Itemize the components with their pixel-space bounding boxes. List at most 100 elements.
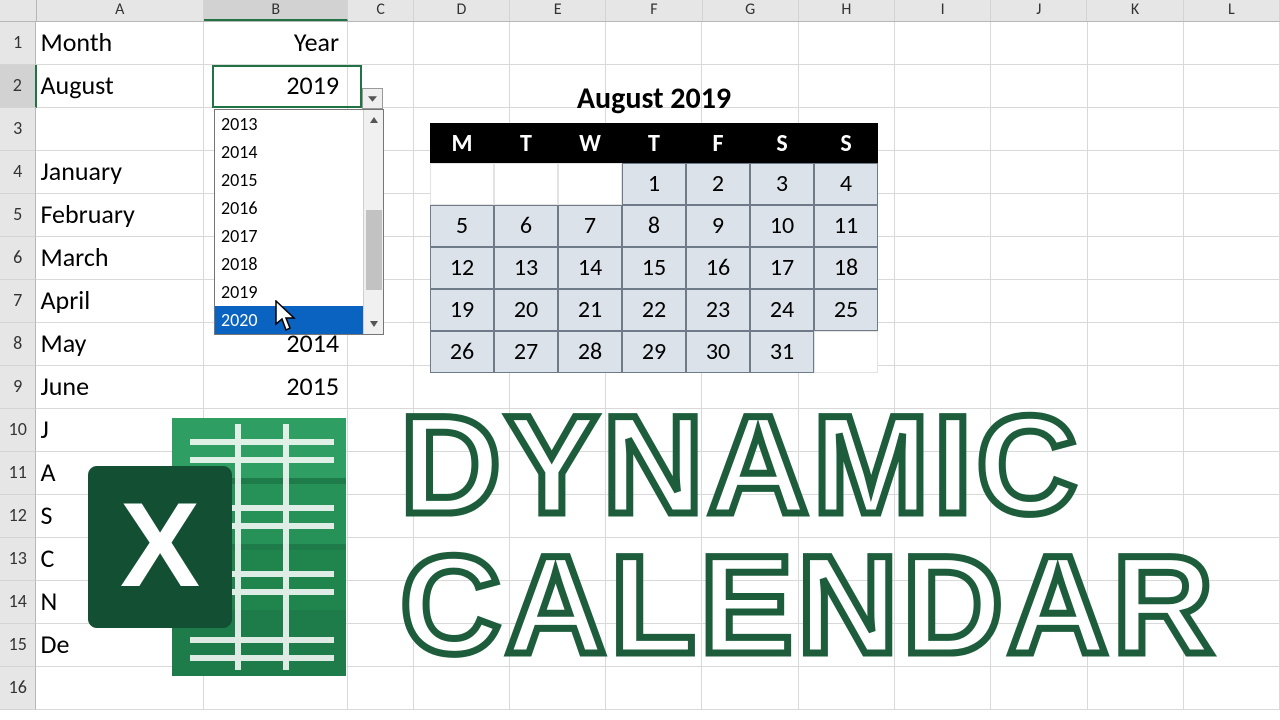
dropdown-scrollbar[interactable] [363,110,383,334]
cell-J4[interactable] [991,151,1087,194]
svg-text:X: X [120,478,200,612]
calendar-day: 14 [558,247,622,289]
col-header-d[interactable]: D [414,0,510,21]
cell-A3[interactable] [36,108,203,151]
scroll-thumb[interactable] [366,210,382,290]
cell-I5[interactable] [895,194,991,237]
row-header[interactable]: 8 [0,323,36,366]
row-header[interactable]: 3 [0,108,36,151]
scroll-up-icon[interactable] [364,110,384,130]
calendar-day: 24 [750,289,814,331]
dropdown-handle[interactable] [362,88,383,109]
row-header[interactable]: 12 [0,495,36,538]
col-header-i[interactable]: I [895,0,991,21]
dropdown-option[interactable]: 2013 [215,110,363,138]
col-header-e[interactable]: E [510,0,606,21]
scroll-down-icon[interactable] [364,314,384,334]
cell-F1[interactable] [606,22,702,65]
col-header-k[interactable]: K [1087,0,1183,21]
calendar-day: 26 [430,331,494,373]
col-header-h[interactable]: H [799,0,895,21]
col-header-b[interactable]: B [204,0,348,21]
row-header[interactable]: 10 [0,409,36,452]
cell-D1[interactable] [414,22,510,65]
cell-J2[interactable] [991,65,1087,108]
cell-J1[interactable] [991,22,1087,65]
cell-L4[interactable] [1184,151,1280,194]
cell-J5[interactable] [991,194,1087,237]
cell-I2[interactable] [895,65,991,108]
row-header[interactable]: 15 [0,624,36,667]
cell-A7[interactable]: April [36,280,203,323]
col-header-g[interactable]: G [703,0,799,21]
cell-I8[interactable] [895,323,991,366]
cell-L1[interactable] [1184,22,1280,65]
col-header-c[interactable]: C [348,0,413,21]
col-header-j[interactable]: J [991,0,1087,21]
dropdown-option[interactable]: 2020 [215,306,363,334]
cell-A6[interactable]: March [36,237,203,280]
cell-B2[interactable]: 2019 [204,65,348,108]
cell-A1[interactable]: Month [36,22,203,65]
cell-K4[interactable] [1088,151,1184,194]
dropdown-option[interactable]: 2014 [215,138,363,166]
cell-L3[interactable] [1184,108,1280,151]
row-header[interactable]: 11 [0,452,36,495]
cell-K1[interactable] [1088,22,1184,65]
row-header[interactable]: 6 [0,237,36,280]
cell-K8[interactable] [1088,323,1184,366]
cell-I7[interactable] [895,280,991,323]
row-header[interactable]: 1 [0,22,36,65]
calendar-grid: MTWTFSS123456789101112131415161718192021… [430,123,878,373]
row-header[interactable]: 5 [0,194,36,237]
select-all-corner[interactable] [0,0,37,21]
row-header[interactable]: 2 [0,65,37,108]
cell-L8[interactable] [1184,323,1280,366]
col-header-l[interactable]: L [1184,0,1280,21]
row-header[interactable]: 7 [0,280,36,323]
calendar-day: 30 [686,331,750,373]
cell-A5[interactable]: February [36,194,203,237]
cell-J7[interactable] [991,280,1087,323]
cell-B1[interactable]: Year [204,22,348,65]
cell-L6[interactable] [1184,237,1280,280]
cell-I6[interactable] [895,237,991,280]
cell-I3[interactable] [895,108,991,151]
cell-A8[interactable]: May [36,323,203,366]
col-header-f[interactable]: F [606,0,702,21]
row-header[interactable]: 9 [0,366,36,409]
dropdown-option[interactable]: 2017 [215,222,363,250]
cell-A4[interactable]: January [36,151,203,194]
year-dropdown-list[interactable]: 20132014201520162017201820192020 [214,109,384,335]
dropdown-option[interactable]: 2018 [215,250,363,278]
cell-K2[interactable] [1088,65,1184,108]
cell-A2[interactable]: August [37,65,204,108]
cell-H1[interactable] [799,22,895,65]
cell-G1[interactable] [702,22,798,65]
row-header[interactable]: 14 [0,581,36,624]
dropdown-option[interactable]: 2016 [215,194,363,222]
row-header[interactable]: 13 [0,538,36,581]
dropdown-option[interactable]: 2015 [215,166,363,194]
calendar-day: 28 [558,331,622,373]
cell-L2[interactable] [1184,65,1280,108]
row-header[interactable]: 4 [0,151,36,194]
cell-J6[interactable] [991,237,1087,280]
cell-I1[interactable] [895,22,991,65]
cell-K6[interactable] [1088,237,1184,280]
cell-K3[interactable] [1088,108,1184,151]
dropdown-option[interactable]: 2019 [215,278,363,306]
col-header-a[interactable]: A [37,0,204,21]
cell-J3[interactable] [991,108,1087,151]
cell-E1[interactable] [510,22,606,65]
calendar-day: 11 [814,205,878,247]
cell-J8[interactable] [991,323,1087,366]
cell-L7[interactable] [1184,280,1280,323]
row-header[interactable]: 16 [0,667,36,710]
cell-K5[interactable] [1088,194,1184,237]
cell-L5[interactable] [1184,194,1280,237]
cell-C1[interactable] [348,22,414,65]
cell-I4[interactable] [895,151,991,194]
cell-K7[interactable] [1088,280,1184,323]
calendar-day: 16 [686,247,750,289]
